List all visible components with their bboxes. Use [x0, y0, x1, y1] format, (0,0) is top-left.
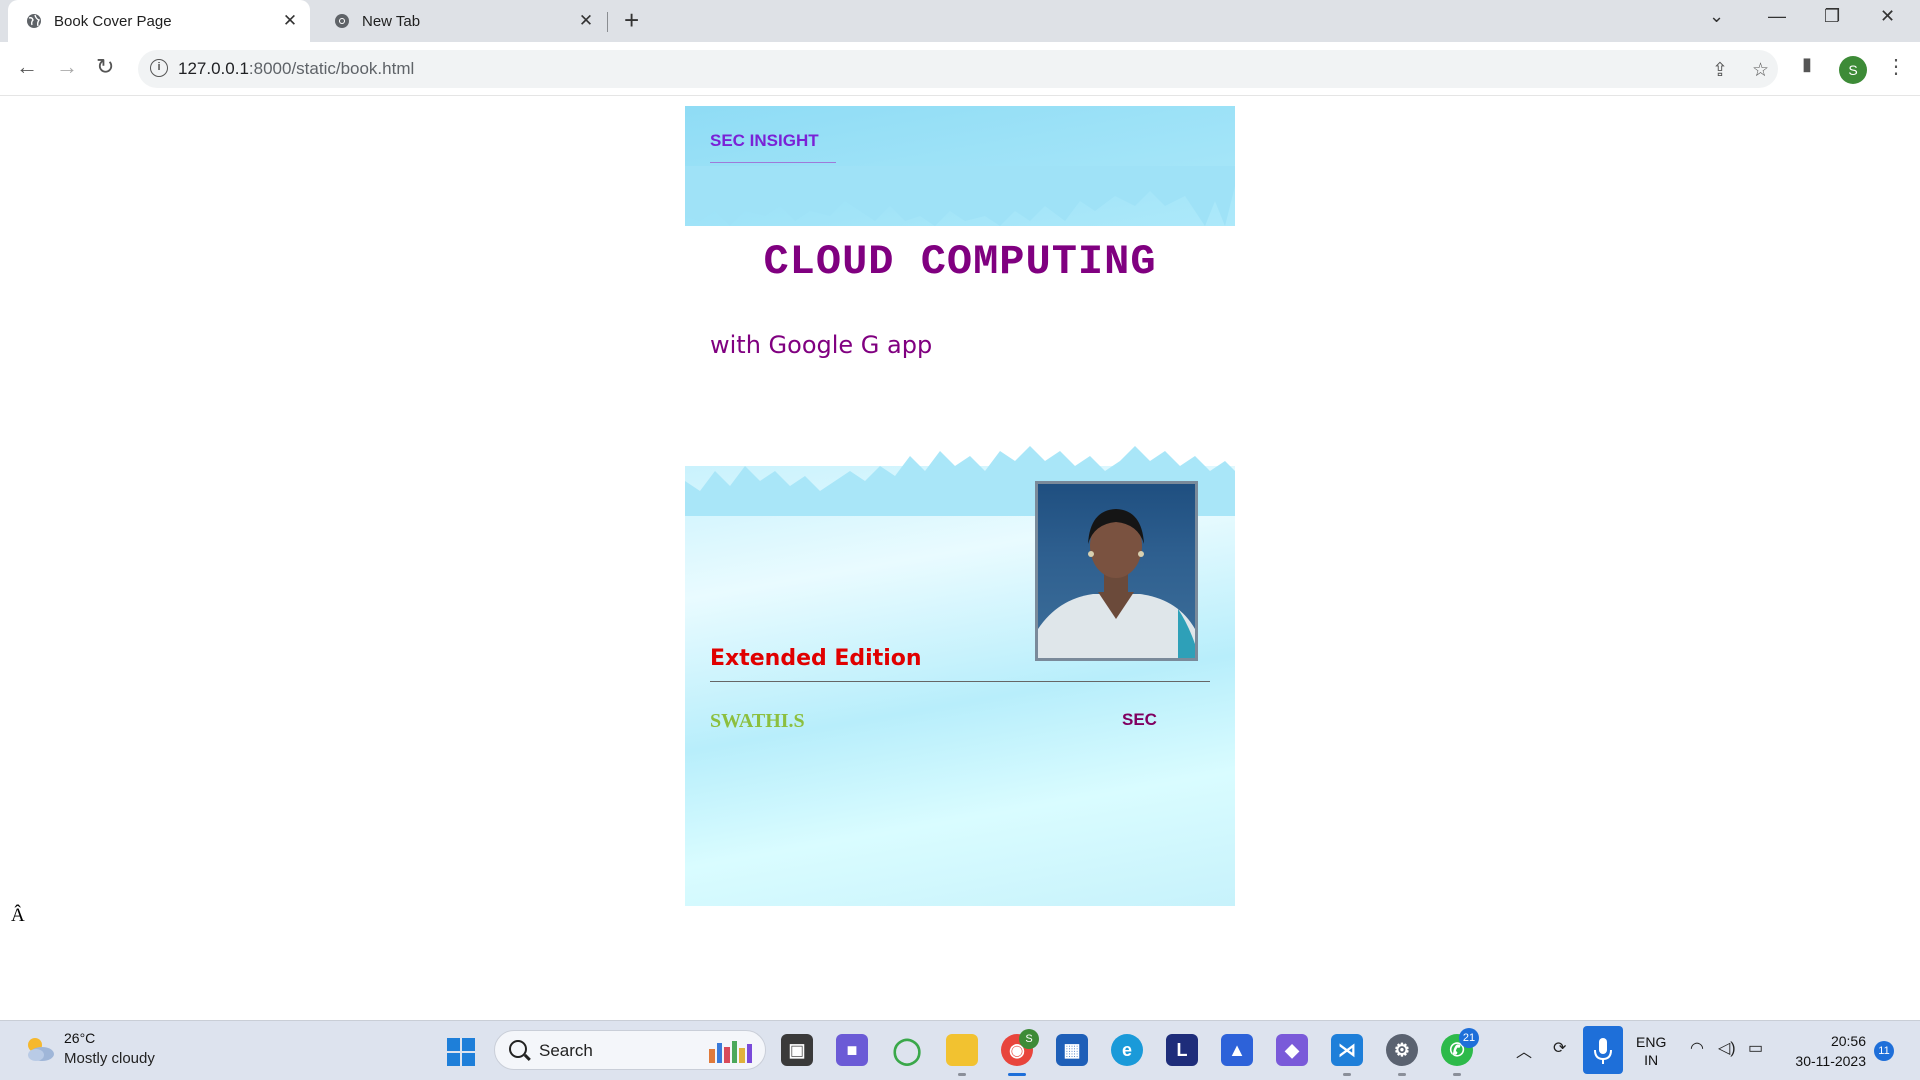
search-label: Search	[539, 1041, 593, 1060]
torn-edge-top	[685, 166, 1235, 226]
tab-search-icon[interactable]: ⌄	[1709, 6, 1724, 27]
l-app-icon[interactable]: L	[1166, 1034, 1198, 1066]
tab-title: New Tab	[362, 12, 421, 30]
forward-arrow-icon[interactable]: →	[56, 54, 78, 80]
author-name: SWATHI.S	[710, 710, 805, 732]
back-arrow-icon[interactable]: ←	[16, 54, 38, 80]
running-indicator	[1343, 1073, 1351, 1076]
side-panel-icon[interactable]: ▮	[1802, 54, 1812, 75]
series-label: SEC INSIGHT	[710, 131, 819, 150]
book-subtitle: with Google G app	[710, 331, 933, 359]
edge-icon[interactable]: e	[1111, 1034, 1143, 1066]
site-info-icon[interactable]: i	[150, 59, 168, 77]
clock-date: 30-11-2023	[1795, 1053, 1866, 1069]
wifi-icon[interactable]: ◠	[1690, 1038, 1704, 1058]
running-indicator	[1453, 1073, 1461, 1076]
volume-icon[interactable]: ◁)	[1718, 1038, 1736, 1058]
cloudy-weather-icon[interactable]	[22, 1033, 56, 1065]
region-code: IN	[1644, 1052, 1659, 1068]
windows-start-icon[interactable]	[447, 1038, 475, 1066]
share-icon[interactable]: ⇪	[1712, 59, 1728, 82]
running-indicator	[1398, 1073, 1406, 1076]
refresh-app-icon[interactable]: ◯	[891, 1034, 923, 1066]
author-photo	[1035, 481, 1198, 661]
close-window-icon[interactable]: ✕	[1880, 6, 1895, 27]
close-tab-icon[interactable]: ✕	[276, 11, 304, 31]
weather-temperature[interactable]: 26°C	[64, 1030, 95, 1046]
url-text[interactable]: 127.0.0.1:8000/static/book.html	[178, 59, 414, 79]
url-path: :8000/static/book.html	[248, 59, 415, 78]
more-menu-icon[interactable]: ⋮	[1886, 54, 1906, 79]
microsoft-store-icon[interactable]: ▦	[1056, 1034, 1088, 1066]
task-view-icon[interactable]: ▣	[781, 1034, 813, 1066]
book-cover: SEC INSIGHT CLOUD COMPUTING with Google …	[685, 106, 1235, 906]
search-highlight-icon	[709, 1041, 752, 1063]
running-indicator	[958, 1073, 966, 1076]
tab-book-cover[interactable]: Book Cover Page ✕	[8, 0, 310, 42]
book-title: CLOUD COMPUTING	[763, 238, 1157, 286]
settings-gear-icon[interactable]: ⚙	[1386, 1034, 1418, 1066]
weather-condition[interactable]: Mostly cloudy	[64, 1050, 155, 1067]
a-app-icon[interactable]: ▲	[1221, 1034, 1253, 1066]
chrome-icon	[335, 14, 349, 28]
tab-strip: Book Cover Page ✕ New Tab ✕ + ⌄ — ❐ ✕	[0, 0, 1920, 42]
tab-separator	[607, 12, 608, 32]
mic-glyph	[1594, 1038, 1612, 1064]
minimize-icon[interactable]: —	[1768, 6, 1786, 27]
active-indicator	[1008, 1073, 1026, 1076]
toolbar: ← → ↻ i 127.0.0.1:8000/static/book.html …	[0, 42, 1920, 96]
portrait-image	[1038, 509, 1195, 658]
language-indicator[interactable]: ENG IN	[1636, 1033, 1666, 1069]
vscode-icon[interactable]: ⋊	[1331, 1034, 1363, 1066]
language-code: ENG	[1636, 1034, 1667, 1050]
file-explorer-icon[interactable]	[946, 1034, 978, 1066]
battery-icon[interactable]: ▭	[1748, 1038, 1763, 1058]
publisher-name: SEC	[1122, 710, 1157, 729]
clock-time: 20:56	[1830, 1033, 1866, 1049]
system-clock[interactable]: 20:56 30-11-2023	[1786, 1031, 1866, 1071]
profile-avatar[interactable]: S	[1839, 56, 1867, 84]
notification-badge[interactable]: 11	[1874, 1041, 1894, 1061]
teams-chat-icon[interactable]: ■	[836, 1034, 868, 1066]
tab-title: Book Cover Page	[54, 12, 172, 30]
edition-label: Extended Edition	[710, 646, 922, 671]
chevron-up-icon[interactable]: ︿	[1516, 1038, 1532, 1062]
url-host: 127.0.0.1	[178, 59, 249, 78]
taskbar-search[interactable]: Search	[494, 1030, 766, 1070]
bookmark-star-icon[interactable]: ☆	[1752, 59, 1769, 82]
search-icon	[509, 1040, 527, 1058]
reload-icon[interactable]: ↻	[96, 54, 114, 80]
taskbar: 26°C Mostly cloudy Search ▣ ■ ◯ ◉ S ▦ e …	[0, 1020, 1920, 1080]
series-underline	[710, 162, 836, 163]
whatsapp-badge: 21	[1459, 1028, 1479, 1048]
stray-character: Â	[11, 905, 25, 926]
new-tab-icon[interactable]: +	[624, 5, 639, 36]
chrome-profile-badge: S	[1019, 1029, 1039, 1049]
divider-line	[710, 681, 1210, 682]
microphone-icon[interactable]	[1583, 1026, 1623, 1074]
globe-icon	[27, 14, 41, 28]
copilot-icon[interactable]: ◆	[1276, 1034, 1308, 1066]
close-tab-icon[interactable]: ✕	[572, 11, 600, 31]
sync-icon[interactable]: ⟳	[1553, 1038, 1566, 1058]
address-bar[interactable]: i 127.0.0.1:8000/static/book.html ⇪ ☆	[138, 50, 1778, 88]
page-viewport: SEC INSIGHT CLOUD COMPUTING with Google …	[0, 97, 1920, 1019]
restore-icon[interactable]: ❐	[1824, 6, 1840, 27]
tab-new-tab[interactable]: New Tab ✕	[316, 0, 606, 42]
